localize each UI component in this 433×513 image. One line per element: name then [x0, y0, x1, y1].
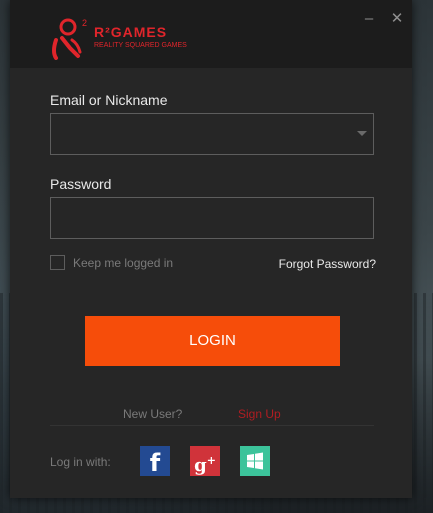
email-field[interactable]	[51, 114, 373, 154]
login-button[interactable]: LOGIN	[85, 316, 340, 366]
brand-name: R²GAMES	[94, 24, 168, 40]
r2games-logo-icon: 2	[52, 18, 87, 60]
sign-up-link[interactable]: Sign Up	[238, 407, 281, 421]
facebook-login-button[interactable]: f	[140, 446, 170, 477]
new-user-prompt: New User?	[123, 407, 183, 421]
forgot-password-link[interactable]: Forgot Password?	[279, 257, 376, 271]
password-label: Password	[50, 176, 112, 192]
password-field-container	[50, 197, 374, 239]
brand-tagline: REALITY SQUARED GAMES	[94, 42, 187, 49]
windows-icon	[247, 452, 263, 470]
titlebar: 2 R²GAMES REALITY SQUARED GAMES – ✕	[10, 0, 412, 68]
email-field-container	[50, 113, 374, 155]
minimize-button[interactable]: –	[360, 10, 378, 28]
login-window: 2 R²GAMES REALITY SQUARED GAMES – ✕ Emai…	[10, 0, 412, 498]
divider	[50, 425, 374, 426]
facebook-icon: f	[149, 449, 161, 477]
brand-logo: 2 R²GAMES REALITY SQUARED GAMES	[48, 18, 208, 60]
svg-text:2: 2	[82, 18, 87, 28]
google-plus-login-button[interactable]: g+	[190, 446, 220, 476]
keep-logged-in-checkbox[interactable]	[50, 255, 65, 270]
keep-logged-in-label[interactable]: Keep me logged in	[73, 256, 173, 270]
google-plus-icon: g+	[194, 454, 216, 476]
email-label: Email or Nickname	[50, 92, 168, 108]
chevron-down-icon[interactable]	[357, 131, 367, 136]
close-button[interactable]: ✕	[388, 10, 406, 28]
login-with-label: Log in with:	[50, 455, 111, 469]
windows-login-button[interactable]	[240, 446, 270, 476]
password-field[interactable]	[51, 198, 373, 238]
